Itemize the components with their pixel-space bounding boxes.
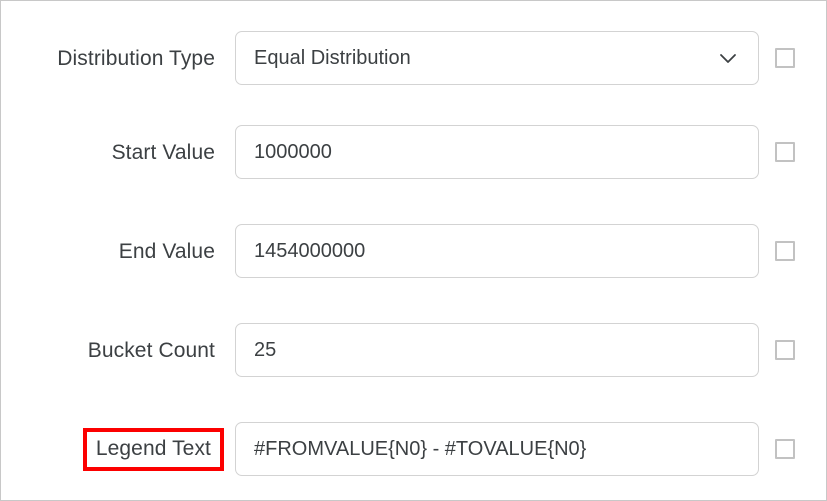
distribution-type-select[interactable]: Equal Distribution — [235, 31, 759, 85]
label-cell-distribution-type: Distribution Type — [1, 31, 215, 85]
field-cell-bucket-count: 25 — [235, 323, 759, 377]
label-distribution-type: Distribution Type — [57, 46, 215, 70]
label-start-value: Start Value — [111, 140, 215, 164]
checkbox-unchecked-icon-legend-text[interactable] — [775, 439, 795, 459]
legend-text-input[interactable]: #FROMVALUE{N0} - #TOVALUE{N0} — [235, 422, 759, 476]
bucket-count-input[interactable]: 25 — [235, 323, 759, 377]
form-row-legend-text: Legend Text #FROMVALUE{N0} - #TOVALUE{N0… — [1, 422, 826, 476]
label-cell-start-value: Start Value — [1, 125, 215, 179]
form-row-distribution-type: Distribution Type Equal Distribution — [1, 31, 826, 85]
end-value-text: 1454000000 — [254, 241, 366, 261]
form-row-end-value: End Value 1454000000 — [1, 224, 826, 278]
field-cell-start-value: 1000000 — [235, 125, 759, 179]
form-row-start-value: Start Value 1000000 — [1, 125, 826, 179]
checkbox-cell-start-value — [775, 125, 797, 179]
label-bucket-count: Bucket Count — [87, 338, 215, 362]
legend-text-value: #FROMVALUE{N0} - #TOVALUE{N0} — [254, 439, 587, 459]
checkbox-unchecked-icon-bucket-count[interactable] — [775, 340, 795, 360]
checkbox-unchecked-icon-distribution-type[interactable] — [775, 48, 795, 68]
label-cell-end-value: End Value — [1, 224, 215, 278]
form-row-bucket-count: Bucket Count 25 — [1, 323, 826, 377]
field-cell-end-value: 1454000000 — [235, 224, 759, 278]
bucket-count-text: 25 — [254, 340, 277, 360]
checkbox-cell-end-value — [775, 224, 797, 278]
start-value-text: 1000000 — [254, 142, 332, 162]
end-value-input[interactable]: 1454000000 — [235, 224, 759, 278]
distribution-settings-panel: Distribution Type Equal Distribution Sta… — [0, 0, 827, 501]
checkbox-cell-bucket-count — [775, 323, 797, 377]
checkbox-cell-legend-text — [775, 422, 797, 476]
checkbox-unchecked-icon-end-value[interactable] — [775, 241, 795, 261]
checkbox-unchecked-icon-start-value[interactable] — [775, 142, 795, 162]
field-cell-distribution-type: Equal Distribution — [235, 31, 759, 85]
label-cell-bucket-count: Bucket Count — [1, 323, 215, 377]
checkbox-cell-distribution-type — [775, 31, 797, 85]
label-cell-legend-text: Legend Text — [1, 422, 224, 476]
chevron-down-icon[interactable] — [716, 46, 740, 70]
start-value-input[interactable]: 1000000 — [235, 125, 759, 179]
field-cell-legend-text: #FROMVALUE{N0} - #TOVALUE{N0} — [235, 422, 759, 476]
label-end-value: End Value — [118, 239, 215, 263]
distribution-type-value: Equal Distribution — [254, 48, 411, 68]
label-legend-text: Legend Text — [82, 428, 224, 471]
